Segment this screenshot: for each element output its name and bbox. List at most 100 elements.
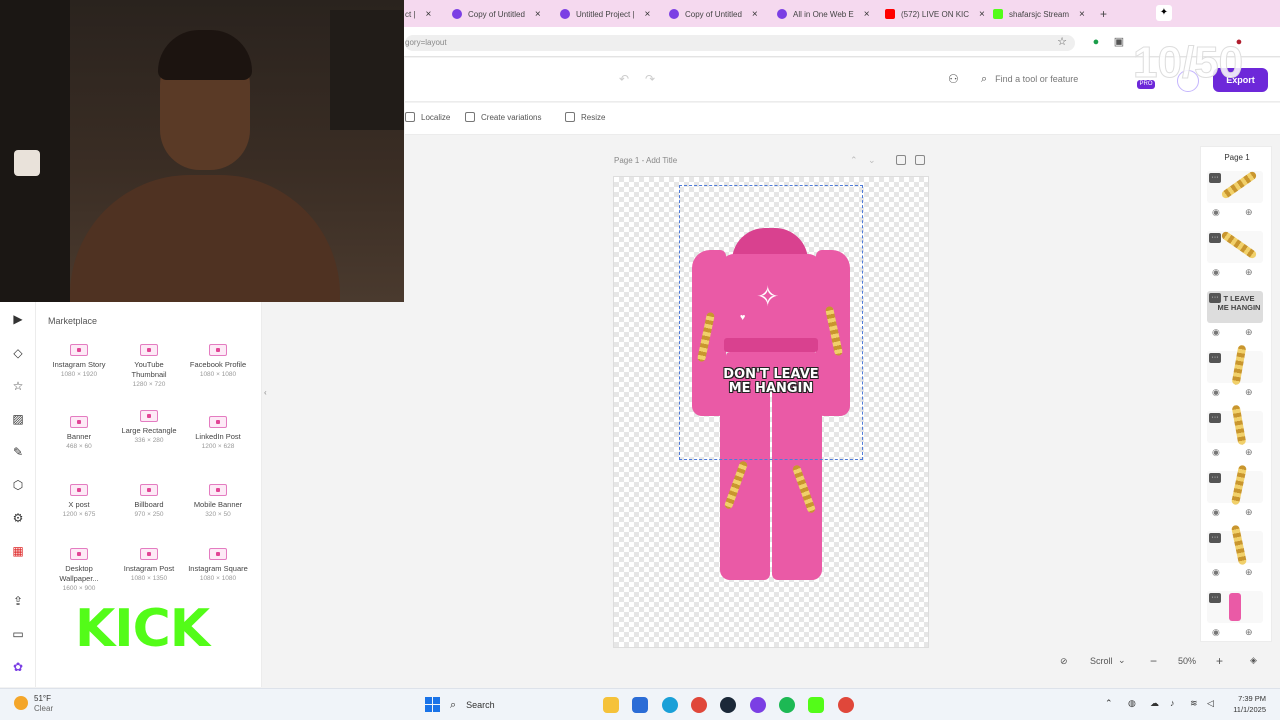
lock-icon[interactable]: ⊕	[1245, 267, 1253, 278]
template-card[interactable]: Billboard 970 × 250	[116, 478, 182, 538]
localize-button[interactable]: Localize	[405, 112, 450, 122]
sparkle-icon[interactable]: ✦	[1156, 5, 1172, 21]
layers-toggle-icon[interactable]: ◈	[1250, 655, 1257, 666]
layer-thumb-chain[interactable]: ··· ◉ ⊕	[1207, 344, 1263, 397]
close-tab-icon[interactable]: ×	[535, 9, 541, 20]
clock-time[interactable]: 7:39 PM	[1228, 694, 1266, 703]
add-page-icon[interactable]	[896, 155, 906, 165]
layer-thumb-chain[interactable]: ··· ◉ ⊕	[1207, 170, 1263, 217]
assistant-icon[interactable]: ✿	[11, 660, 25, 674]
selection-box[interactable]	[679, 185, 863, 460]
lock-icon[interactable]: ⊕	[1245, 567, 1253, 578]
close-tab-icon[interactable]: ×	[426, 9, 432, 20]
sticker-icon[interactable]: ◇	[11, 346, 25, 360]
more-icon[interactable]: ···	[1209, 353, 1221, 363]
new-tab-button[interactable]: +	[1100, 4, 1107, 24]
folder-icon[interactable]: ▭	[11, 627, 25, 641]
star-icon[interactable]: ☆	[11, 379, 25, 393]
chevron-up-icon[interactable]: ⌃	[1105, 698, 1113, 709]
bookmark-star-icon[interactable]: ☆	[1056, 36, 1068, 48]
collapse-panel-icon[interactable]: ‹	[264, 388, 267, 397]
eye-icon[interactable]: ◉	[1212, 207, 1220, 218]
eye-icon[interactable]: ◉	[1212, 267, 1220, 278]
network-icon[interactable]: ◍	[1128, 698, 1136, 709]
brush-icon[interactable]: ✎	[11, 445, 25, 459]
template-card[interactable]: Instagram Post 1080 × 1350	[116, 542, 182, 602]
eye-icon[interactable]: ◉	[1212, 567, 1220, 578]
more-icon[interactable]: ···	[1209, 473, 1221, 483]
eye-icon[interactable]: ◉	[1212, 627, 1220, 638]
resize-button[interactable]: Resize	[565, 112, 605, 122]
template-card[interactable]: X post 1200 × 675	[46, 478, 112, 538]
browser-tab[interactable]: ct | ×	[405, 4, 431, 24]
steam-icon[interactable]	[720, 697, 736, 713]
more-icon[interactable]: ···	[1209, 533, 1221, 543]
wifi-icon[interactable]: ≋	[1190, 698, 1198, 709]
more-icon[interactable]: ···	[1209, 413, 1221, 423]
page-title[interactable]: Page 1 - Add Title	[614, 156, 677, 165]
video-icon[interactable]: ▶	[11, 312, 25, 326]
layer-thumb-chain[interactable]: ··· ◉ ⊕	[1207, 230, 1263, 277]
edge-icon[interactable]	[662, 697, 678, 713]
upload-icon[interactable]: ⇪	[11, 594, 25, 608]
browser-tab[interactable]: shafarsjc Stream ×	[993, 4, 1085, 24]
more-icon[interactable]: ···	[1209, 593, 1221, 603]
lock-icon[interactable]: ⊕	[1245, 627, 1253, 638]
zoom-out-icon[interactable]: −	[1150, 654, 1157, 668]
scroll-mode-select[interactable]: Scroll	[1090, 656, 1113, 666]
lock-icon[interactable]: ⊕	[1245, 207, 1253, 218]
browser-tab[interactable]: (572) LIVE ON KIC ×	[885, 4, 985, 24]
hide-icon[interactable]: ⊘	[1060, 656, 1068, 667]
lock-icon[interactable]: ⊕	[1245, 447, 1253, 458]
template-card[interactable]: Mobile Banner 320 × 50	[185, 478, 251, 538]
close-tab-icon[interactable]: ×	[645, 9, 651, 20]
pattern-icon[interactable]: ▨	[11, 412, 25, 426]
chevron-down-icon[interactable]: ⌄	[1118, 655, 1126, 666]
chrome-icon[interactable]	[838, 697, 854, 713]
template-card[interactable]: Desktop Wallpaper... 1600 × 900	[46, 542, 112, 602]
extension-icon[interactable]: ▣	[1113, 36, 1125, 48]
clock-date[interactable]: 11/1/2025	[1228, 705, 1266, 714]
ai-tool-icon[interactable]: ⚙	[11, 511, 25, 525]
mic-icon[interactable]: ♪	[1170, 698, 1175, 708]
cloud-icon[interactable]: ☁	[1150, 698, 1159, 709]
weather-icon[interactable]	[14, 696, 28, 710]
lock-icon[interactable]: ⊕	[1245, 387, 1253, 398]
close-tab-icon[interactable]: ×	[979, 9, 985, 20]
file-explorer-icon[interactable]	[603, 697, 619, 713]
close-tab-icon[interactable]: ×	[752, 9, 758, 20]
spotify-icon[interactable]	[779, 697, 795, 713]
close-tab-icon[interactable]: ×	[1079, 9, 1085, 20]
store-icon[interactable]	[632, 697, 648, 713]
volume-icon[interactable]: ◁	[1207, 698, 1214, 709]
windows-start-icon[interactable]	[425, 697, 440, 712]
share-user-icon[interactable]: ⚇	[948, 72, 959, 86]
url-field[interactable]: gory=layout	[405, 35, 1075, 51]
duplicate-page-icon[interactable]	[915, 155, 925, 165]
taskbar-search[interactable]: ⌕ Search	[450, 695, 550, 715]
zoom-in-icon[interactable]: +	[1216, 654, 1223, 668]
undo-icon[interactable]: ↶	[619, 72, 629, 86]
page-up-icon[interactable]: ⌃	[850, 155, 858, 166]
template-card[interactable]: Large Rectangle 336 × 280	[116, 404, 182, 464]
chrome-icon[interactable]	[691, 697, 707, 713]
lock-icon[interactable]: ⊕	[1245, 327, 1253, 338]
eye-icon[interactable]: ◉	[1212, 447, 1220, 458]
more-icon[interactable]: ···	[1209, 233, 1221, 243]
browser-tab[interactable]: Untitled Project | ×	[560, 4, 650, 24]
layer-thumb-chain[interactable]: ··· ◉ ⊕	[1207, 524, 1263, 577]
eye-icon[interactable]: ◉	[1212, 507, 1220, 518]
template-card[interactable]: YouTube Thumbnail 1280 × 720	[116, 338, 182, 398]
app-icon[interactable]	[750, 697, 766, 713]
page-down-icon[interactable]: ⌄	[868, 155, 876, 166]
extension-icon[interactable]: ●	[1090, 36, 1102, 48]
template-card[interactable]: LinkedIn Post 1200 × 628	[185, 410, 251, 470]
lock-icon[interactable]: ⊕	[1245, 507, 1253, 518]
template-card[interactable]: Facebook Profile 1080 × 1080	[185, 338, 251, 398]
eye-icon[interactable]: ◉	[1212, 327, 1220, 338]
shapes-icon[interactable]: ⬡	[11, 478, 25, 492]
browser-tab[interactable]: Copy of Untitled ×	[669, 4, 758, 24]
zoom-level[interactable]: 50%	[1178, 656, 1196, 666]
browser-tab[interactable]: Copy of Untitled ×	[452, 4, 541, 24]
kick-app-icon[interactable]	[808, 697, 824, 713]
